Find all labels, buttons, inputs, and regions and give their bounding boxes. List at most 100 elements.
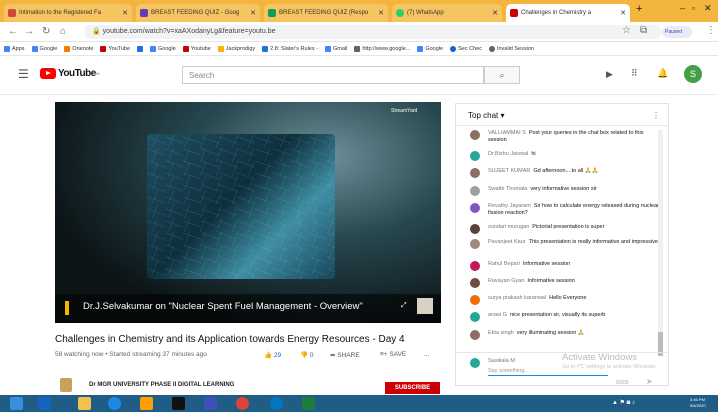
fullscreen-icon[interactable]: ⤢ xyxy=(401,302,407,310)
clock-date: 5/6/2020 xyxy=(690,403,706,408)
youtube-icon xyxy=(100,45,107,52)
clock[interactable]: 3:46 PM 5/6/2020 xyxy=(690,397,706,409)
windows-start-icon[interactable] xyxy=(10,397,23,410)
system-tray-icons[interactable]: ▲ ⚑ ◙ ♪ xyxy=(612,399,635,406)
dislike-button[interactable]: 👎 0 xyxy=(300,351,314,359)
bookmark-jackprodigy[interactable]: Jackprodigy xyxy=(217,45,255,52)
video-player[interactable]: StreamYard Dr.J.Selvakumar on "Nuclear S… xyxy=(55,102,441,323)
bookmark-youtube-2[interactable]: Youtube xyxy=(182,45,211,52)
caption-accent xyxy=(65,301,69,315)
apps-icon xyxy=(4,45,10,52)
thumbs-up-icon: 👍 xyxy=(264,352,274,359)
person-icon xyxy=(262,45,269,52)
chat-message: sundari murugan Pictorial presentation is… xyxy=(456,224,661,234)
chat-scrollbar[interactable] xyxy=(658,130,663,356)
paused-label: Paused xyxy=(665,29,682,35)
app-icon[interactable] xyxy=(204,397,217,410)
chat-header[interactable]: Top chat ▾ xyxy=(456,104,668,126)
youtube-logo[interactable]: YouTube IN xyxy=(40,68,100,79)
gmail-icon xyxy=(8,9,16,17)
close-tab-icon[interactable]: ✕ xyxy=(489,9,498,17)
save-button[interactable]: ≡+ SAVE xyxy=(380,351,406,358)
minimize-icon[interactable]: – xyxy=(680,3,685,13)
back-icon[interactable]: ← xyxy=(8,26,18,37)
bookmark-apps[interactable]: Apps xyxy=(4,45,25,52)
excel-icon[interactable] xyxy=(302,397,315,410)
reload-icon[interactable]: ↻ xyxy=(42,26,50,37)
apps-grid-icon[interactable]: ⠿ xyxy=(631,68,638,79)
bookmark-invalid-session[interactable]: Invalid Session xyxy=(488,45,534,52)
subscribe-button[interactable]: SUBSCRIBE xyxy=(385,382,440,394)
search-input[interactable]: Search xyxy=(182,66,484,84)
app-icon[interactable] xyxy=(172,397,185,410)
bookmark-google[interactable]: Google xyxy=(31,45,57,52)
globe-icon xyxy=(354,45,361,52)
bookmark-google-2[interactable]: Google xyxy=(150,45,176,52)
search-icon: ⌕ xyxy=(499,70,505,80)
bookmark-slater[interactable]: 2.8: Slater's Rules - xyxy=(262,45,318,52)
chat-message: VALLIAMMAI S Post your queries in the cha… xyxy=(456,130,661,144)
close-tab-icon[interactable]: ✕ xyxy=(247,9,256,17)
bookmark-youtube[interactable]: YouTube xyxy=(100,45,130,52)
tab-whatsapp[interactable]: (7) WhatsApp ✕ xyxy=(392,4,502,22)
channel-name[interactable]: Dr MGR UNIVERSITY PHASE II DIGITAL LEARN… xyxy=(89,382,234,388)
tab-label: (7) WhatsApp xyxy=(407,10,444,16)
tab-youtube-active[interactable]: Challenges in Chemistry a ✕ xyxy=(506,4,630,22)
chat-menu-icon[interactable]: ⋮ xyxy=(652,111,660,120)
star-icon[interactable]: ☆ xyxy=(622,25,631,36)
hamburger-menu-icon[interactable]: ☰ xyxy=(18,67,29,81)
create-video-icon[interactable]: ▶ xyxy=(606,69,613,80)
tab-quiz-form[interactable]: BREAST FEEDING QUIZ - Goog ✕ xyxy=(136,4,260,22)
close-tab-icon[interactable]: ✕ xyxy=(617,9,626,17)
activate-windows-subtitle: Go to PC settings to activate Windows xyxy=(562,364,656,370)
bookmark-arrow[interactable] xyxy=(137,45,144,52)
search-button[interactable]: ⌕ xyxy=(484,66,520,84)
maximize-icon[interactable]: ▫ xyxy=(692,3,695,13)
onenote-icon xyxy=(64,45,71,52)
chat-message: SUJEET KUMAR Gd afternoon....to all 🙏🙏 xyxy=(456,168,661,178)
bookmark-sec-chec[interactable]: Sec Chec xyxy=(450,45,482,52)
send-icon[interactable]: ➤ xyxy=(646,377,653,386)
photoshop-icon[interactable] xyxy=(38,397,51,410)
chrome-icon[interactable] xyxy=(236,397,249,410)
new-tab-button[interactable]: + xyxy=(636,3,642,15)
google-icon xyxy=(324,45,331,52)
google-icon xyxy=(31,45,38,52)
tab-label: Intimation to the Registered Fa xyxy=(19,10,102,16)
video-meta: 58 watching now • Started streaming 37 m… xyxy=(55,351,207,358)
profile-paused-button[interactable]: Paused xyxy=(662,26,692,38)
extension-icon[interactable]: ⧉ xyxy=(640,25,647,36)
notifications-bell-icon[interactable]: 🔔 xyxy=(657,68,668,79)
forms-icon xyxy=(140,9,148,17)
like-button[interactable]: 👍 29 xyxy=(264,351,281,359)
forward-icon[interactable]: → xyxy=(24,26,34,37)
browser-icon[interactable] xyxy=(270,397,283,410)
file-explorer-icon[interactable] xyxy=(78,397,91,410)
tab-quiz-responses[interactable]: BREAST FEEDING QUIZ (Respo ✕ xyxy=(264,4,388,22)
more-actions-button[interactable]: ... xyxy=(424,351,429,358)
menu-dots-icon[interactable]: ⋮ xyxy=(706,25,716,36)
media-player-icon[interactable] xyxy=(140,397,153,410)
avatar[interactable]: S xyxy=(684,65,702,83)
tab-gmail[interactable]: Intimation to the Registered Fa ✕ xyxy=(4,4,132,22)
google-icon xyxy=(417,45,424,52)
bookmark-google-3[interactable]: Google xyxy=(417,45,443,52)
thumbs-down-icon: 👎 xyxy=(300,352,310,359)
close-tab-icon[interactable]: ✕ xyxy=(119,9,128,17)
bookmark-onenote[interactable]: Onenote xyxy=(64,45,93,52)
youtube-icon xyxy=(182,45,189,52)
bookmarks-bar: Apps Google Onenote YouTube Google Youtu… xyxy=(0,42,718,56)
share-button[interactable]: ➦ SHARE xyxy=(330,351,360,359)
home-icon[interactable]: ⌂ xyxy=(60,26,66,37)
window-close-icon[interactable]: ✕ xyxy=(704,3,712,14)
bookmark-google-url[interactable]: http://www.google... xyxy=(354,45,410,52)
channel-logo[interactable] xyxy=(60,378,72,392)
url-field[interactable]: 🔒 youtube.com/watch?v=xaAXodanyLg&featur… xyxy=(84,25,662,39)
youtube-logo-text: YouTube xyxy=(58,68,96,79)
chat-message: surya prakash karanwal Hello Everyone xyxy=(456,295,661,305)
internet-explorer-icon[interactable] xyxy=(108,397,121,410)
fuel-rack-pattern xyxy=(147,134,335,279)
bookmark-gmail[interactable]: Gmail xyxy=(324,45,347,52)
close-tab-icon[interactable]: ✕ xyxy=(375,9,384,17)
chat-input-author: Sasikala M xyxy=(488,358,515,364)
